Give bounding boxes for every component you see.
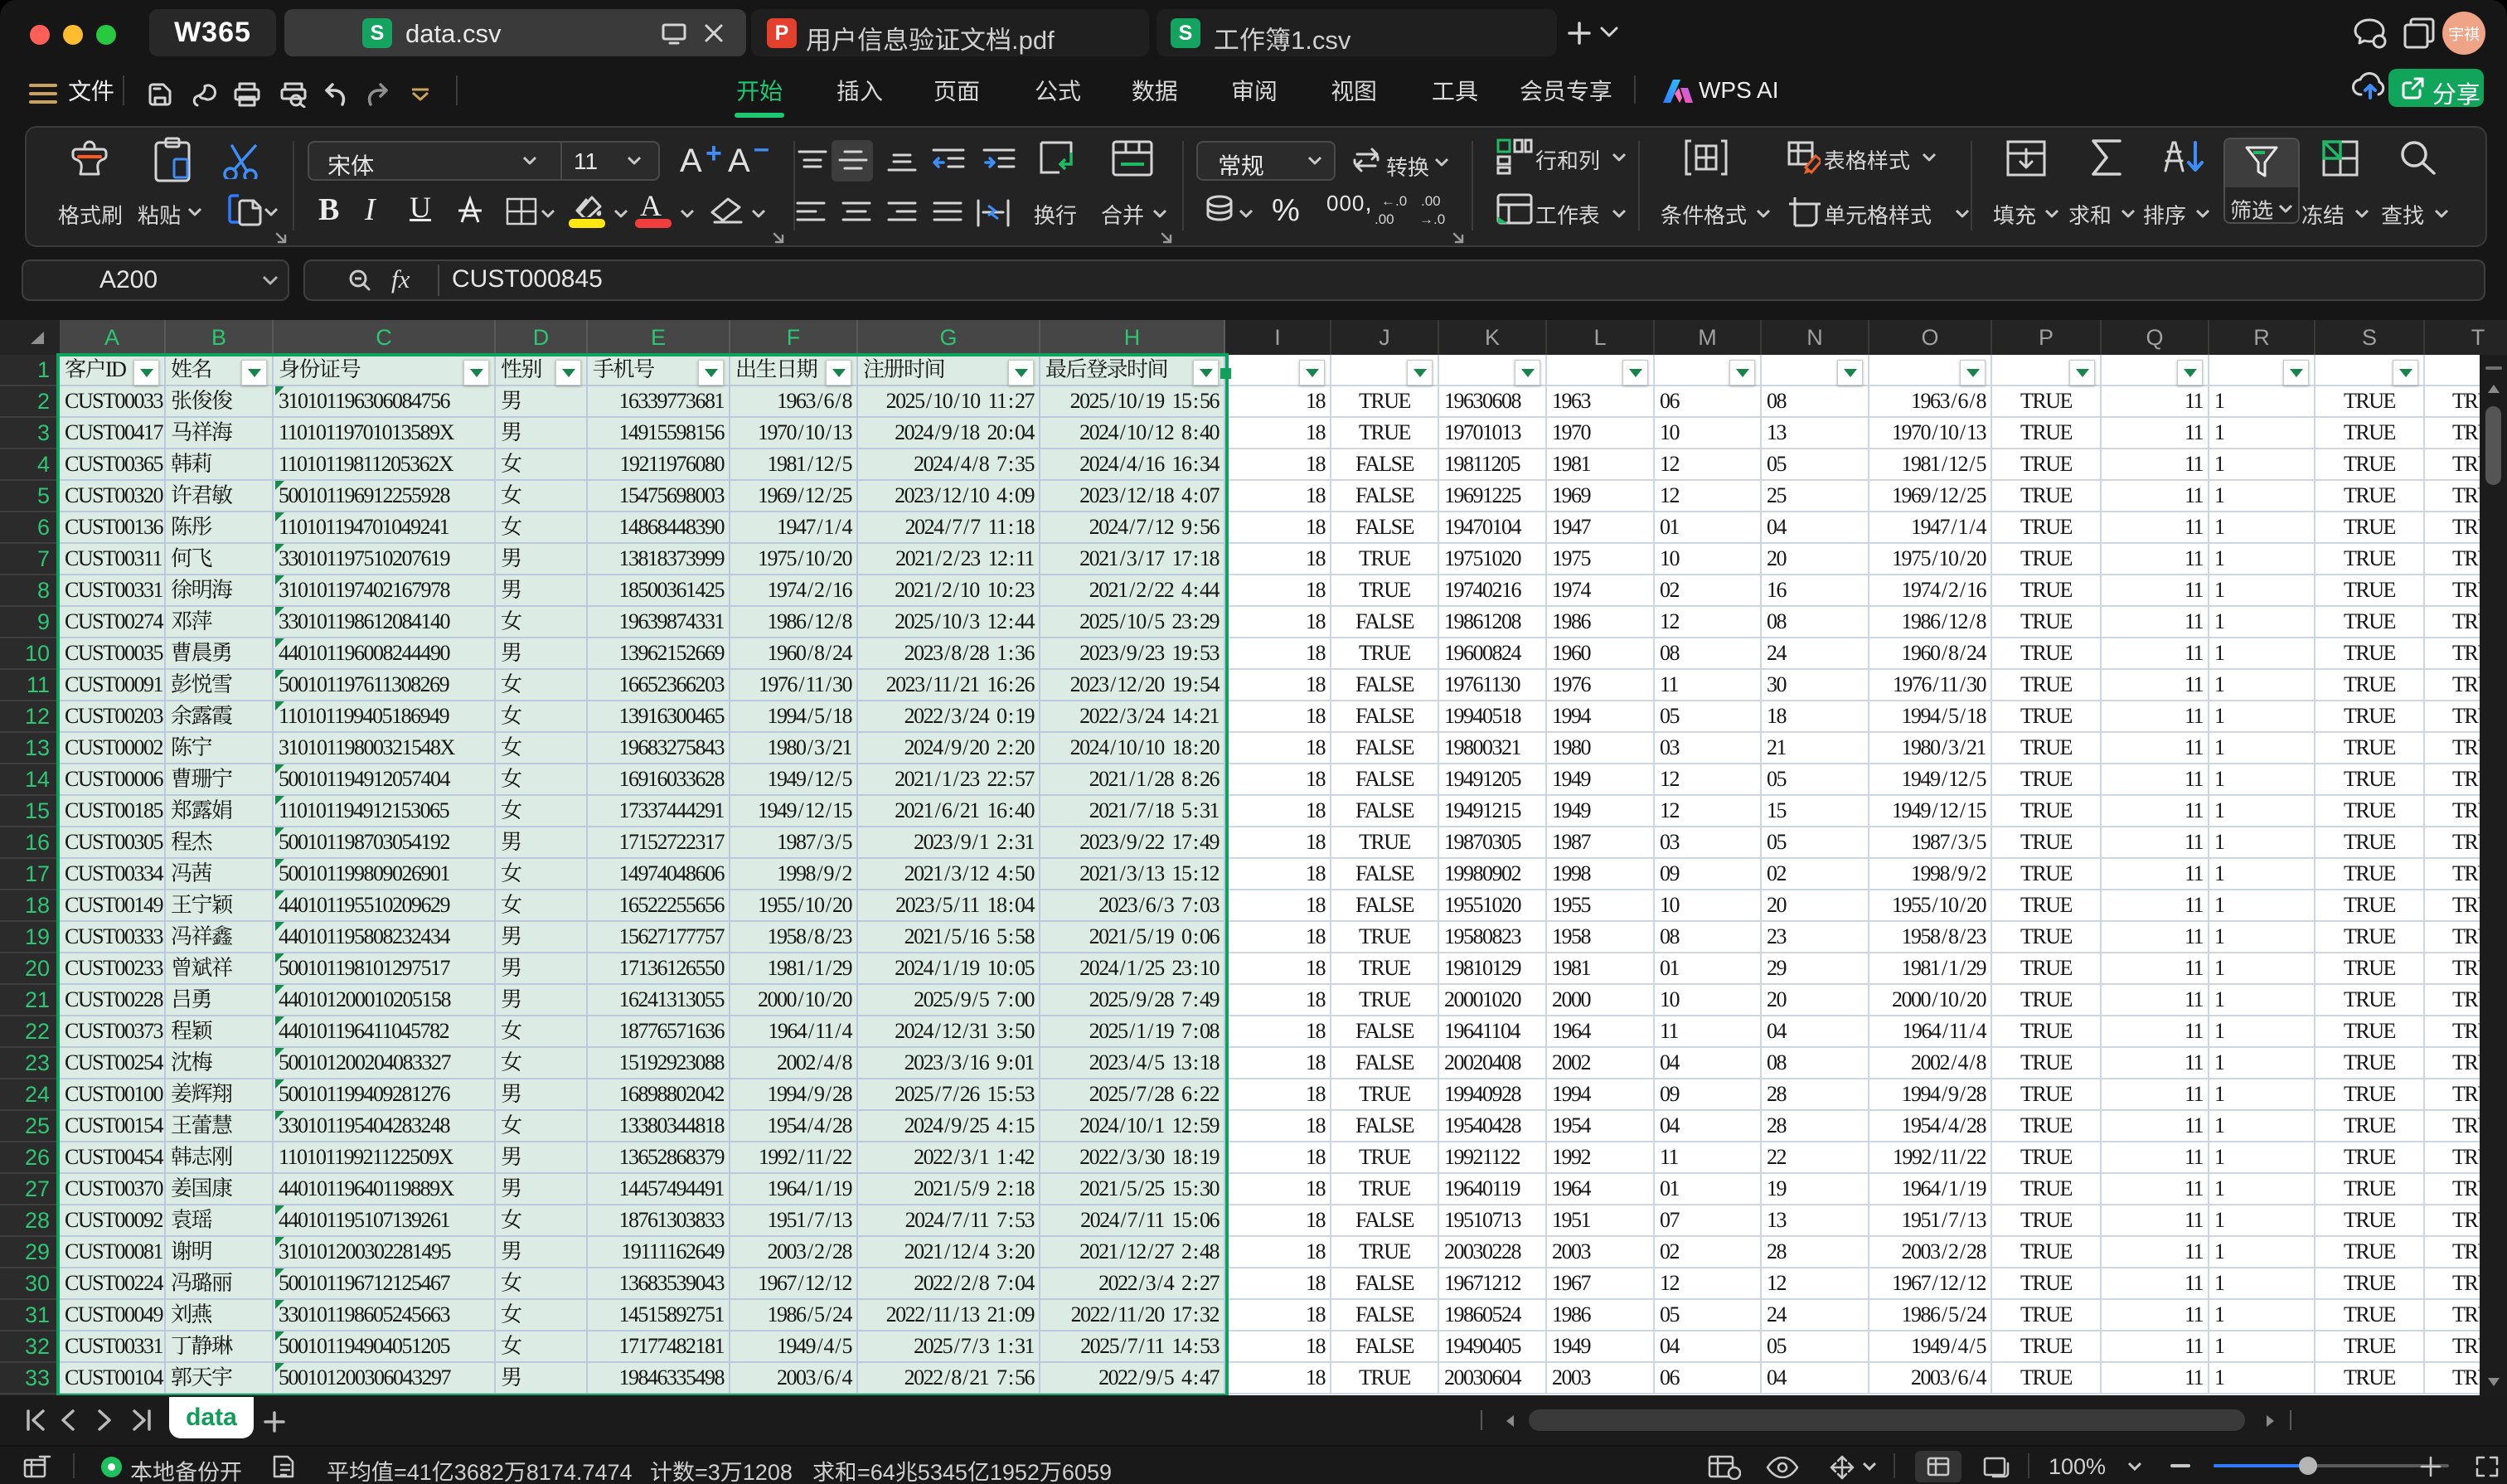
svg-text:→.0: →.0 <box>1419 211 1445 227</box>
svg-text:←.0: ←.0 <box>1381 194 1407 209</box>
svg-text:.00: .00 <box>1375 211 1394 227</box>
svg-text:.00: .00 <box>1421 194 1441 209</box>
